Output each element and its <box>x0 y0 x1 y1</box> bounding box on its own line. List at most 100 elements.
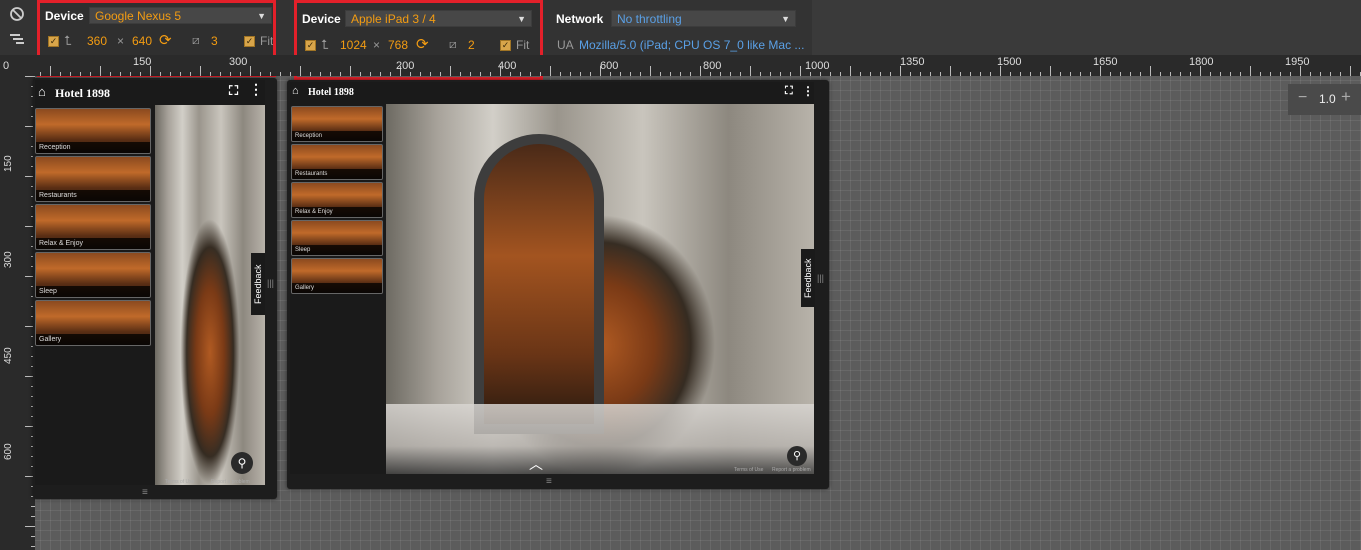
tablet-thumb-relax[interactable]: Relax & Enjoy <box>291 182 383 218</box>
thumb-label: Relax & Enjoy <box>292 207 382 217</box>
ruler-tick <box>660 72 661 76</box>
ruler-tick <box>80 72 81 76</box>
ruler-tick <box>670 72 671 76</box>
ruler-tick <box>840 72 841 76</box>
ruler-tick <box>880 72 881 76</box>
phone-resize-handle[interactable]: ||| <box>267 278 274 288</box>
phone-report-link[interactable]: Report a problem <box>211 479 250 485</box>
ruler-tick <box>180 72 181 76</box>
network-label: Network <box>556 12 604 26</box>
ruler-top-label: 150 <box>133 56 152 68</box>
phone-thumb-gallery[interactable]: Gallery <box>35 300 151 346</box>
doorway <box>474 134 604 434</box>
thumb-label: Restaurants <box>36 190 150 201</box>
tablet-resize-handle[interactable]: ||| <box>817 273 824 283</box>
zoom-out-button[interactable]: − <box>1298 89 1307 107</box>
ruler-top-label: 1500 <box>997 56 1022 68</box>
ruler-tick <box>800 66 801 76</box>
map-pin-icon[interactable]: ⚲ <box>787 446 807 466</box>
ruler-tick <box>1250 66 1251 76</box>
tablet-feedback-tab[interactable]: Feedback <box>801 249 815 307</box>
tablet-app-bar: ⌂ Hotel 1898 ⛶ ⋮ <box>290 82 814 104</box>
ruler-tick <box>60 72 61 76</box>
chevron-down-icon: ▼ <box>781 14 790 24</box>
tablet-report-link[interactable]: Report a problem <box>772 467 811 473</box>
fullscreen-icon[interactable]: ⛶ <box>785 85 793 98</box>
ruler-left-label: 300 <box>3 251 14 268</box>
phone-thumb-sleep[interactable]: Sleep <box>35 252 151 298</box>
tablet-bottom-handle[interactable]: ≡ <box>546 476 552 487</box>
tablet-panorama[interactable] <box>386 104 814 474</box>
phone-thumb-relax[interactable]: Relax & Enjoy <box>35 204 151 250</box>
ruler-tick <box>480 72 481 76</box>
ruler-tick <box>1290 72 1291 76</box>
ruler-tick <box>240 72 241 76</box>
ruler-tick <box>520 72 521 76</box>
horizontal-ruler <box>0 55 1361 76</box>
ruler-tick <box>920 72 921 76</box>
thumb-label: Relax & Enjoy <box>36 238 150 249</box>
ruler-tick <box>1010 72 1011 76</box>
ruler-tick <box>1040 72 1041 76</box>
ruler-tick <box>620 72 621 76</box>
no-entry-icon[interactable] <box>7 6 27 26</box>
ruler-top-label: 800 <box>703 60 722 72</box>
ruler-top-label: 1000 <box>805 60 830 72</box>
ruler-corner: 0 <box>0 55 35 76</box>
ruler-tick <box>910 72 911 76</box>
ruler-tick <box>700 66 701 76</box>
ruler-tick <box>730 72 731 76</box>
ruler-tick <box>550 66 551 76</box>
tablet-terms-link[interactable]: Terms of Use <box>734 467 763 473</box>
ruler-tick <box>930 72 931 76</box>
more-vertical-icon[interactable]: ⋮ <box>249 82 263 99</box>
ruler-top-label: 600 <box>600 60 619 72</box>
ruler-tick <box>830 72 831 76</box>
phone-feedback-tab[interactable]: Feedback <box>251 253 265 315</box>
network-select[interactable]: No throttling ▼ <box>611 10 796 27</box>
tablet-thumb-gallery[interactable]: Gallery <box>291 258 383 294</box>
ruler-tick <box>640 72 641 76</box>
ua-value[interactable]: Mozilla/5.0 (iPad; CPU OS 7_0 like Mac .… <box>579 38 804 52</box>
ruler-tick <box>530 72 531 76</box>
phone-terms-link[interactable]: Terms of Use <box>165 479 194 485</box>
tablet-thumb-reception[interactable]: Reception <box>291 106 383 142</box>
tablet-title: Hotel 1898 <box>308 87 354 98</box>
ua-label: UA <box>557 38 574 52</box>
ruler-left-label: 450 <box>3 347 14 364</box>
ruler-tick <box>280 72 281 76</box>
ruler-tick <box>31 536 35 537</box>
ruler-tick <box>1260 72 1261 76</box>
network-select-value: No throttling <box>617 12 682 26</box>
ruler-tick <box>870 72 871 76</box>
phone-thumb-restaurants[interactable]: Restaurants <box>35 156 151 202</box>
ruler-tick <box>450 66 451 76</box>
phone-app-bar: ⌂ Hotel 1898 ⛶ ⋮ <box>35 80 265 105</box>
fullscreen-icon[interactable]: ⛶ <box>229 83 238 99</box>
ruler-tick <box>940 72 941 76</box>
phone-panorama[interactable] <box>155 105 265 485</box>
phone-thumb-reception[interactable]: Reception <box>35 108 151 154</box>
ruler-tick <box>860 72 861 76</box>
ruler-tick <box>1310 72 1311 76</box>
ruler-tick <box>1140 72 1141 76</box>
ruler-tick <box>810 72 811 76</box>
ruler-tick <box>1340 72 1341 76</box>
phone-bottom-handle[interactable]: ≡ <box>142 487 148 498</box>
chevron-up-icon[interactable]: ︿ <box>529 454 543 474</box>
ruler-tick <box>1230 72 1231 76</box>
layers-icon[interactable] <box>7 32 27 50</box>
ruler-top-label: 300 <box>229 56 248 68</box>
tablet-thumb-restaurants[interactable]: Restaurants <box>291 144 383 180</box>
more-vertical-icon[interactable]: ⋮ <box>802 84 814 99</box>
ruler-tick <box>300 66 301 76</box>
ruler-tick <box>750 66 751 76</box>
ruler-tick <box>610 72 611 76</box>
ruler-tick <box>440 72 441 76</box>
ruler-tick <box>590 72 591 76</box>
tablet-thumb-sleep[interactable]: Sleep <box>291 220 383 256</box>
zoom-in-button[interactable]: + <box>1341 87 1351 107</box>
ruler-tick <box>1180 72 1181 76</box>
ruler-tick <box>560 72 561 76</box>
map-pin-icon[interactable]: ⚲ <box>231 452 253 474</box>
